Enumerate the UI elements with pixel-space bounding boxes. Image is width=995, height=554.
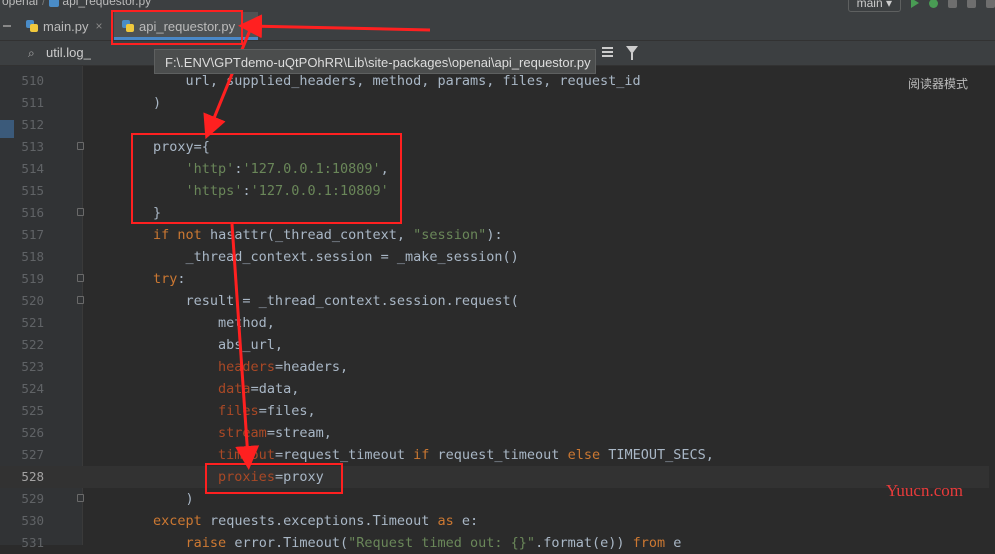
arrow-to-proxies-arg [230, 223, 260, 470]
arrow-to-tab [238, 14, 431, 39]
annotation-arrows [203, 14, 431, 470]
file-path-tooltip: F:\.ENV\GPTdemo-uQtPOhRR\Lib\site-packag… [154, 49, 596, 74]
tooltip-path: F:\.ENV\GPTdemo-uQtPOhRR\Lib\site-packag… [165, 55, 591, 70]
watermark: Yuucn.com [886, 481, 963, 500]
arrow-to-proxy-dict [203, 29, 252, 140]
